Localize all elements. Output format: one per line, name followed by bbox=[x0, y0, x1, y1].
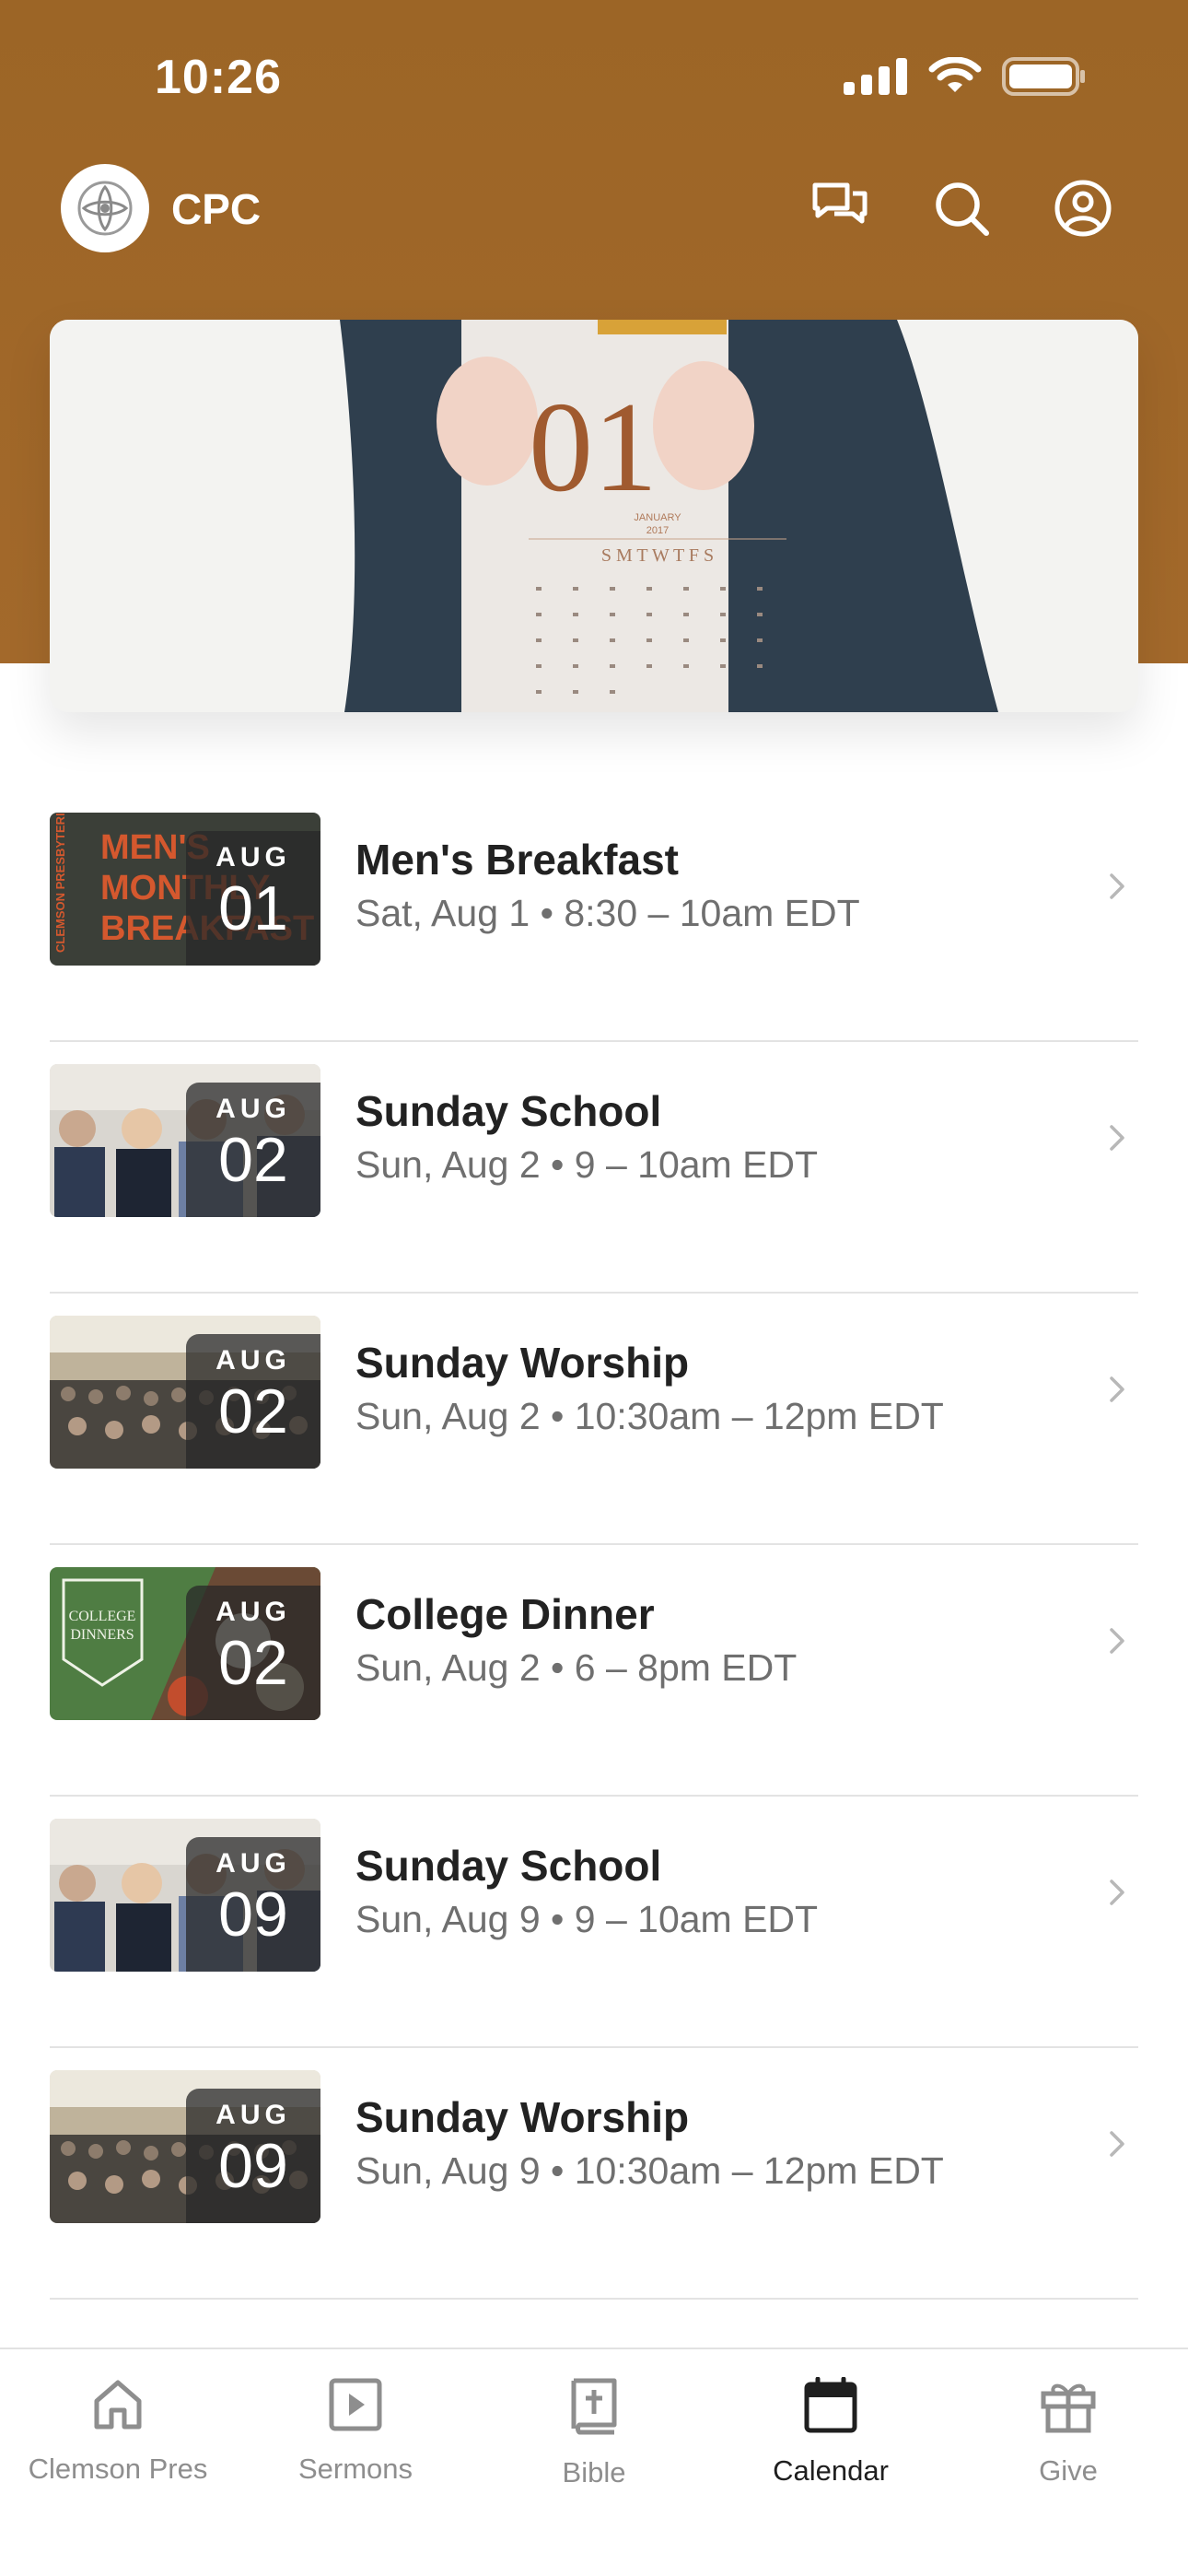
date-month: AUG bbox=[215, 1597, 291, 1627]
hero-calendar-number: 01 bbox=[529, 376, 658, 519]
chevron-right-icon bbox=[1110, 1879, 1124, 1905]
event-title: Men's Breakfast bbox=[355, 836, 679, 884]
event-thumbnail: AUG 02 bbox=[50, 1316, 320, 1469]
search-button[interactable] bbox=[930, 177, 993, 240]
event-title: Sunday Worship bbox=[355, 2093, 690, 2141]
tab-clemson-pres[interactable]: Clemson Pres bbox=[7, 2377, 228, 2486]
battery-icon bbox=[1002, 57, 1085, 96]
calendar-icon bbox=[804, 2377, 857, 2433]
svg-text:COLLEGE: COLLEGE bbox=[69, 1609, 136, 1624]
event-title: Sunday School bbox=[355, 1842, 662, 1890]
status-icons bbox=[844, 57, 1087, 96]
event-thumbnail: MEN'S MONTHLY BREAKFAST CLEMSON PRESBYTE… bbox=[50, 813, 320, 966]
status-bar: 10:26 bbox=[0, 0, 1188, 157]
event-list: MEN'S MONTHLY BREAKFAST CLEMSON PRESBYTE… bbox=[50, 790, 1138, 2429]
date-badge: AUG 02 bbox=[186, 1586, 320, 1720]
event-row[interactable]: AUG 09 Sunday School Sun, Aug 9 • 9 – 10… bbox=[50, 1797, 1138, 2048]
date-month: AUG bbox=[215, 842, 291, 872]
church-logo-icon bbox=[77, 181, 133, 236]
hero-calendar-weekdays: S M T W T F S bbox=[601, 545, 714, 566]
event-time: Sun, Aug 2 • 9 – 10am EDT bbox=[355, 1143, 819, 1186]
date-day: 02 bbox=[218, 1376, 288, 1446]
date-day: 02 bbox=[218, 1125, 288, 1195]
wifi-icon bbox=[928, 57, 982, 92]
chevron-right-icon bbox=[1110, 2131, 1124, 2157]
chevron-right-icon bbox=[1110, 1125, 1124, 1151]
event-time: Sun, Aug 9 • 10:30am – 12pm EDT bbox=[355, 2149, 944, 2192]
date-day: 01 bbox=[218, 873, 288, 943]
date-badge: AUG 09 bbox=[186, 2089, 320, 2223]
gift-icon bbox=[1041, 2383, 1096, 2433]
event-row[interactable]: AUG 02 Sunday School Sun, Aug 2 • 9 – 10… bbox=[50, 1042, 1138, 1294]
event-thumbnail: AUG 02 bbox=[50, 1064, 320, 1217]
play-icon bbox=[329, 2378, 382, 2431]
hero-calendar-month: JANUARY bbox=[634, 512, 681, 523]
tab-give[interactable]: Give bbox=[958, 2377, 1179, 2488]
church-logo[interactable] bbox=[61, 164, 149, 252]
event-thumbnail: COLLEGE DINNERS AUG 02 bbox=[50, 1567, 320, 1720]
event-thumbnail: AUG 09 bbox=[50, 1819, 320, 1972]
hero-calendar-year: 2017 bbox=[646, 525, 669, 536]
svg-text:DINNERS: DINNERS bbox=[70, 1627, 134, 1643]
tab-bible[interactable]: Bible bbox=[483, 2377, 705, 2489]
event-row[interactable]: AUG 02 Sunday Worship Sun, Aug 2 • 10:30… bbox=[50, 1294, 1138, 1545]
cellular-signal-icon bbox=[844, 58, 907, 95]
date-badge: AUG 01 bbox=[186, 831, 320, 966]
date-day: 09 bbox=[218, 2131, 288, 2201]
event-title: Sunday School bbox=[355, 1087, 662, 1135]
date-badge: AUG 09 bbox=[186, 1837, 320, 1972]
tab-label: Bible bbox=[562, 2456, 626, 2488]
chevron-right-icon bbox=[1110, 1628, 1124, 1654]
home-icon bbox=[94, 2380, 142, 2430]
profile-icon bbox=[1054, 180, 1112, 237]
hero-banner[interactable]: 01 JANUARY 2017 S M T W T F S bbox=[50, 320, 1138, 712]
event-time: Sun, Aug 9 • 9 – 10am EDT bbox=[355, 1898, 819, 1940]
tab-sermons[interactable]: Sermons bbox=[245, 2377, 466, 2486]
event-row[interactable]: COLLEGE DINNERS AUG 02 College Dinner Su… bbox=[50, 1545, 1138, 1797]
date-month: AUG bbox=[215, 1094, 291, 1124]
tab-label: Sermons bbox=[297, 2453, 413, 2485]
tab-calendar[interactable]: Calendar bbox=[720, 2377, 941, 2488]
bible-icon bbox=[571, 2378, 617, 2435]
event-time: Sat, Aug 1 • 8:30 – 10am EDT bbox=[355, 892, 860, 934]
svg-text:CLEMSON PRESBYTERIAN: CLEMSON PRESBYTERIAN bbox=[53, 813, 67, 953]
tab-bar: Clemson Pres Sermons Bible Calendar Give bbox=[0, 2348, 1188, 2576]
chevron-right-icon bbox=[1110, 1376, 1124, 1402]
messages-button[interactable] bbox=[809, 177, 871, 240]
app-header: CPC bbox=[0, 164, 1188, 252]
date-day: 02 bbox=[218, 1628, 288, 1698]
app-name[interactable]: CPC bbox=[171, 184, 261, 234]
tab-label: Calendar bbox=[773, 2454, 889, 2487]
date-day: 09 bbox=[218, 1879, 288, 1950]
event-row[interactable]: AUG 09 Sunday Worship Sun, Aug 9 • 10:30… bbox=[50, 2048, 1138, 2300]
profile-button[interactable] bbox=[1052, 177, 1114, 240]
tab-label: Give bbox=[1039, 2454, 1098, 2487]
date-badge: AUG 02 bbox=[186, 1334, 320, 1469]
event-title: College Dinner bbox=[355, 1590, 655, 1638]
event-row[interactable]: MEN'S MONTHLY BREAKFAST CLEMSON PRESBYTE… bbox=[50, 790, 1138, 1042]
hero-calendar-image: 01 JANUARY 2017 S M T W T F S bbox=[50, 320, 1138, 712]
chevron-right-icon bbox=[1110, 873, 1124, 899]
chat-icon bbox=[812, 182, 868, 224]
date-month: AUG bbox=[215, 1345, 291, 1376]
event-time: Sun, Aug 2 • 10:30am – 12pm EDT bbox=[355, 1395, 944, 1437]
date-month: AUG bbox=[215, 1848, 291, 1879]
event-thumbnail: AUG 09 bbox=[50, 2070, 320, 2223]
status-time: 10:26 bbox=[155, 51, 282, 104]
event-title: Sunday Worship bbox=[355, 1339, 690, 1387]
search-icon bbox=[936, 182, 989, 236]
tab-label: Clemson Pres bbox=[28, 2453, 208, 2485]
event-time: Sun, Aug 2 • 6 – 8pm EDT bbox=[355, 1646, 798, 1689]
date-month: AUG bbox=[215, 2100, 291, 2130]
date-badge: AUG 02 bbox=[186, 1083, 320, 1217]
